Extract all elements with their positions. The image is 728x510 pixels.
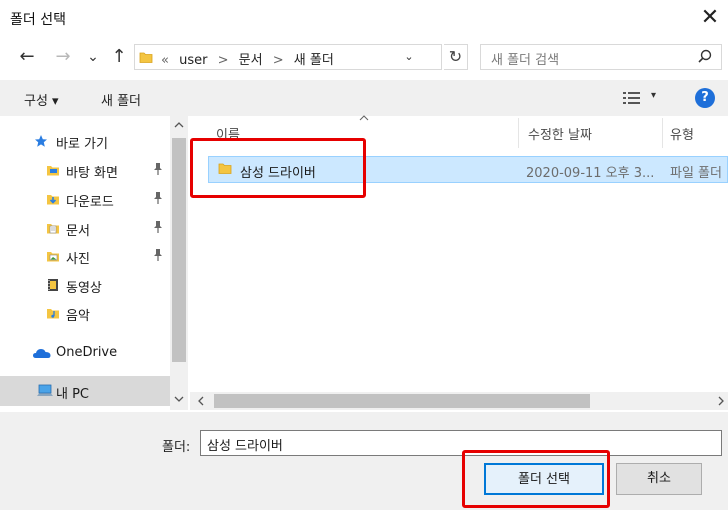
column-header-type[interactable]: 유형	[670, 124, 694, 143]
window-title: 폴더 선택	[10, 12, 66, 28]
cancel-button[interactable]: 취소	[616, 463, 702, 495]
nav-item-this-pc[interactable]: 내 PC	[0, 376, 170, 406]
help-icon[interactable]: ?	[695, 88, 715, 108]
music-folder-icon	[47, 309, 59, 319]
breadcrumb-overflow[interactable]: «	[161, 53, 169, 68]
refresh-icon[interactable]: ↻	[444, 44, 468, 70]
nav-item-label: 문서	[66, 224, 90, 239]
search-input[interactable]: 새 폴더 검색	[480, 44, 722, 70]
address-dropdown-icon[interactable]: ⌄	[401, 48, 417, 66]
breadcrumb-separator[interactable]: >	[273, 53, 284, 68]
pin-icon[interactable]	[152, 248, 164, 262]
column-divider[interactable]	[662, 118, 663, 148]
nav-item-videos[interactable]: 동영상	[0, 272, 170, 298]
file-type: 파일 폴더	[670, 166, 722, 181]
nav-item-downloads[interactable]: 다운로드	[0, 186, 170, 212]
file-list-hscrollbar-thumb[interactable]	[214, 394, 590, 408]
pin-icon[interactable]	[152, 191, 164, 205]
nav-item-music[interactable]: 음악	[0, 300, 170, 326]
downloads-folder-icon	[47, 195, 59, 205]
breadcrumb-item-documents[interactable]: 문서	[239, 53, 263, 68]
folder-icon	[139, 52, 153, 63]
close-icon[interactable]: ✕	[694, 4, 726, 32]
this-pc-icon	[37, 384, 53, 396]
nav-item-label: 동영상	[66, 281, 102, 296]
breadcrumb: « user > 문서 > 새 폴더	[161, 49, 340, 68]
nav-item-label: 다운로드	[66, 195, 114, 210]
search-icon[interactable]	[695, 48, 715, 66]
highlight-box-folder	[190, 138, 366, 198]
documents-folder-icon	[47, 224, 59, 234]
star-icon	[35, 135, 47, 147]
breadcrumb-item-new-folder[interactable]: 새 폴더	[294, 53, 334, 68]
scroll-right-icon[interactable]	[716, 394, 726, 408]
organize-menu-button[interactable]: 구성 ▾	[24, 90, 59, 109]
column-header-date[interactable]: 수정한 날짜	[528, 124, 592, 143]
pictures-folder-icon	[47, 252, 59, 262]
pin-icon[interactable]	[152, 220, 164, 234]
scroll-left-icon[interactable]	[196, 394, 206, 408]
up-button[interactable]: ↑	[106, 44, 132, 70]
breadcrumb-item-user[interactable]: user	[179, 53, 207, 68]
back-button[interactable]: ←	[14, 44, 40, 70]
nav-item-label: OneDrive	[56, 345, 118, 360]
sort-ascending-icon	[358, 114, 370, 122]
nav-item-pictures[interactable]: 사진	[0, 243, 170, 269]
nav-item-label: 음악	[66, 309, 90, 324]
folder-name-field[interactable]: 삼성 드라이버	[200, 430, 722, 456]
dialog-footer	[0, 412, 728, 510]
nav-item-desktop[interactable]: 바탕 화면	[0, 157, 170, 183]
search-placeholder: 새 폴더 검색	[491, 53, 560, 68]
recent-locations-button[interactable]: ⌄	[80, 44, 106, 70]
breadcrumb-separator[interactable]: >	[218, 53, 229, 68]
nav-item-label: 바로 가기	[56, 137, 108, 152]
scroll-up-icon[interactable]	[170, 120, 188, 130]
address-bar[interactable]: « user > 문서 > 새 폴더 ⌄	[134, 44, 442, 70]
view-dropdown-icon[interactable]: ▾	[651, 90, 656, 101]
title-bar	[0, 0, 728, 36]
nav-item-onedrive[interactable]: OneDrive	[0, 340, 170, 366]
nav-item-documents[interactable]: 문서	[0, 215, 170, 241]
folder-field-label: 폴더:	[162, 440, 191, 455]
nav-pane-scrollbar-thumb[interactable]	[172, 138, 186, 362]
highlight-box-select-button	[462, 450, 610, 508]
videos-folder-icon	[48, 279, 58, 291]
column-divider[interactable]	[518, 118, 519, 148]
desktop-folder-icon	[47, 166, 59, 176]
view-options-icon[interactable]	[622, 91, 642, 105]
file-date: 2020-09-11 오후 3...	[526, 166, 655, 181]
new-folder-button[interactable]: 새 폴더	[101, 90, 141, 109]
forward-button[interactable]: →	[50, 44, 76, 70]
scroll-down-icon[interactable]	[170, 394, 188, 404]
nav-item-label: 사진	[66, 252, 90, 267]
nav-item-quick-access[interactable]: 바로 가기	[0, 128, 170, 154]
onedrive-icon	[33, 349, 51, 358]
nav-item-label: 내 PC	[56, 387, 90, 402]
pin-icon[interactable]	[152, 162, 164, 176]
nav-item-label: 바탕 화면	[66, 166, 118, 181]
